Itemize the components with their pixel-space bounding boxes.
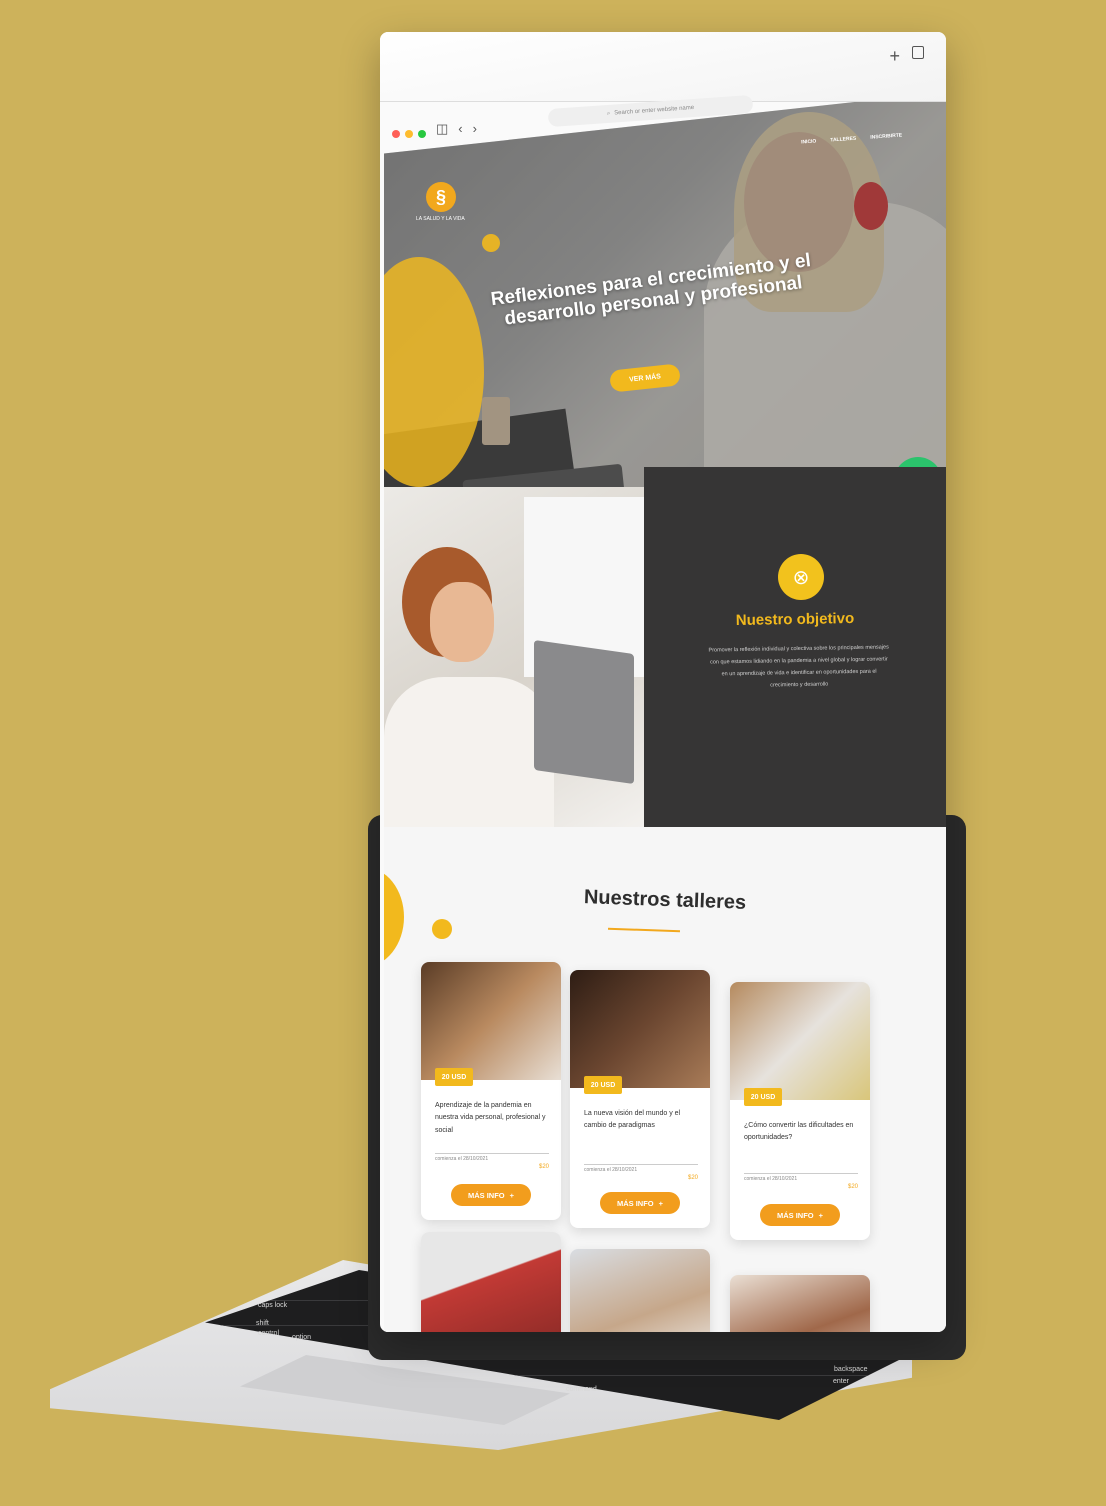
workshop-image: [421, 962, 561, 1080]
key-option: option: [292, 1334, 312, 1341]
key-shift: shift: [256, 1320, 269, 1327]
workshop-title: Aprendizaje de la pandemia en nuestra vi…: [435, 1102, 546, 1134]
workshop-image: [730, 982, 870, 1100]
plus-icon: +: [658, 1198, 664, 1208]
site-logo-text: LA SALUD Y LA VIDA: [416, 216, 465, 222]
workshop-card[interactable]: [570, 1249, 710, 1332]
objective-photo: [384, 487, 644, 827]
minimize-icon[interactable]: [405, 130, 413, 138]
button-label: MÁS INFO: [776, 1210, 814, 1220]
browser-nav: ◫ ‹ ›: [436, 121, 477, 137]
plus-icon: +: [818, 1210, 824, 1220]
title-underline: [607, 927, 681, 933]
key-enter: enter: [833, 1378, 849, 1385]
workshops-title: Nuestros talleres: [583, 886, 747, 914]
workshop-meta: comienza el 28/10/2021 $20: [435, 1153, 549, 1170]
objective-title: Nuestro objetivo: [735, 609, 855, 630]
mas-info-button[interactable]: MÁS INFO +: [760, 1204, 840, 1226]
target-icon: ⊗: [778, 554, 824, 600]
workshop-date: comienza el 28/10/2021: [584, 1167, 638, 1173]
new-tab-icon[interactable]: +: [889, 46, 900, 67]
tabs-overview-icon[interactable]: [912, 46, 924, 59]
browser-toolbar: + ⌕ Search or enter website name: [380, 32, 946, 128]
workshops-section: Nuestros talleres 20 USD Aprendizaje de …: [384, 827, 946, 1332]
key-caps-lock: caps lock: [258, 1302, 288, 1309]
decorative-dot: [432, 919, 452, 939]
sidebar-icon[interactable]: ◫: [436, 121, 448, 137]
price-badge: 20 USD: [435, 1068, 473, 1086]
close-icon[interactable]: [392, 130, 400, 138]
workshop-cost: $20: [687, 1175, 698, 1181]
decorative-dot: [482, 234, 500, 252]
price-badge: 20 USD: [744, 1088, 782, 1106]
workshop-image: [570, 970, 710, 1088]
objective-text: Promover la reflexión individual y colec…: [708, 644, 889, 689]
site-logo-icon[interactable]: §: [426, 182, 456, 212]
window-controls: [392, 130, 426, 138]
workshop-card[interactable]: [730, 1275, 870, 1332]
workshop-title: La nueva visión del mundo y el cambio de…: [584, 1110, 681, 1130]
hero-section: § LA SALUD Y LA VIDA INICIO TALLERES INS…: [384, 92, 946, 502]
search-icon: ⌕: [606, 110, 611, 117]
workshop-cost: $20: [538, 1164, 549, 1170]
workshop-image: [421, 1232, 561, 1332]
plus-icon: +: [509, 1190, 515, 1200]
photo-woman-body: [384, 677, 554, 827]
workshop-image: [730, 1275, 870, 1332]
button-label: MÁS INFO: [616, 1198, 654, 1208]
address-placeholder: Search or enter website name: [614, 104, 695, 117]
maximize-icon[interactable]: [418, 130, 426, 138]
workshop-date: comienza el 28/10/2021: [435, 1156, 489, 1162]
key-backspace: backspace: [834, 1366, 868, 1373]
key-command: command: [566, 1386, 597, 1393]
price-badge: 20 USD: [584, 1076, 622, 1094]
key-control: control: [258, 1330, 280, 1337]
objective-panel: ⊗ Nuestro objetivo Promover la reflexión…: [644, 467, 946, 827]
browser-window: § LA SALUD Y LA VIDA INICIO TALLERES INS…: [380, 32, 946, 1332]
mas-info-button[interactable]: MÁS INFO +: [600, 1192, 680, 1214]
workshop-card[interactable]: 20 USD ¿Cómo convertir las dificultades …: [730, 982, 870, 1240]
mas-info-button[interactable]: MÁS INFO +: [451, 1184, 531, 1206]
workshop-cost: $20: [847, 1184, 858, 1190]
photo-laptop: [534, 639, 634, 785]
workshop-card[interactable]: 20 USD Aprendizaje de la pandemia en nue…: [421, 962, 561, 1220]
workshop-date: comienza el 28/10/2021: [744, 1176, 798, 1182]
workshop-image: [570, 1249, 710, 1332]
workshop-card[interactable]: 20 USD La nueva visión del mundo y el ca…: [570, 970, 710, 1228]
forward-icon[interactable]: ›: [473, 121, 477, 137]
back-icon[interactable]: ‹: [458, 121, 462, 137]
menu-item-inicio[interactable]: INICIO: [801, 138, 817, 145]
workshop-meta: comienza el 28/10/2021 $20: [584, 1164, 698, 1181]
photo-woman-face: [430, 582, 494, 662]
workshop-title: ¿Cómo convertir las dificultades en opor…: [744, 1122, 854, 1142]
workshop-meta: comienza el 28/10/2021 $20: [744, 1173, 858, 1190]
button-label: MÁS INFO: [467, 1190, 505, 1200]
workshop-card[interactable]: [421, 1232, 561, 1332]
